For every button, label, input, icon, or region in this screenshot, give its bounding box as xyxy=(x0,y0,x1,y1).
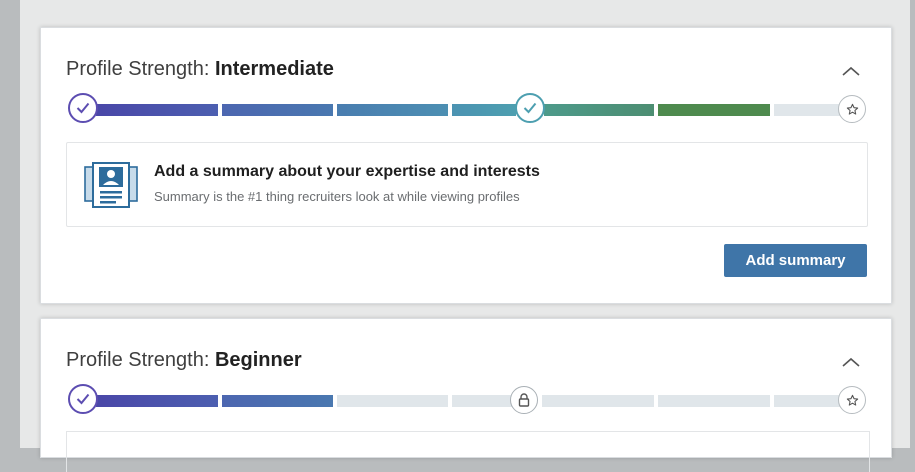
meter-segment xyxy=(452,104,516,116)
chevron-up-icon[interactable] xyxy=(841,355,861,369)
meter-segment-empty xyxy=(452,395,514,407)
profile-summary-icon xyxy=(83,161,139,214)
lock-icon xyxy=(510,386,538,414)
meter-segment xyxy=(337,104,448,116)
meter-segment xyxy=(222,395,333,407)
check-icon xyxy=(515,93,545,123)
chevron-up-icon[interactable] xyxy=(841,64,861,78)
suggestion-heading: Add a summary about your expertise and i… xyxy=(154,163,540,180)
check-icon xyxy=(68,93,98,123)
suggestion-box xyxy=(66,431,870,472)
meter-segment-empty xyxy=(658,395,770,407)
meter-segment-empty xyxy=(542,395,654,407)
meter-segment xyxy=(96,104,218,116)
meter-segment xyxy=(222,104,333,116)
check-icon xyxy=(68,384,98,414)
profile-strength-level: Beginner xyxy=(214,349,302,371)
meter-segment xyxy=(544,104,654,116)
star-icon xyxy=(838,95,866,123)
profile-strength-card-beginner: Profile Strength: Beginner xyxy=(40,318,892,472)
meter-segment-empty xyxy=(337,395,448,407)
star-icon xyxy=(838,386,866,414)
meter-segment xyxy=(96,395,218,407)
meter-segment xyxy=(658,104,770,116)
profile-strength-level: Intermediate xyxy=(214,58,334,80)
profile-strength-meter xyxy=(66,384,871,418)
profile-strength-meter xyxy=(66,93,871,127)
meter-segment-empty xyxy=(774,395,840,407)
add-summary-button[interactable]: Add summary xyxy=(724,244,867,277)
profile-strength-card-intermediate: Profile Strength: Intermediate Add a sum… xyxy=(40,27,892,304)
suggestion-subtext: Summary is the #1 thing recruiters look … xyxy=(154,189,520,204)
suggestion-box: Add a summary about your expertise and i… xyxy=(66,142,868,227)
profile-strength-title: Profile Strength: Intermediate xyxy=(66,58,334,80)
meter-segment-empty xyxy=(774,104,840,116)
profile-strength-title: Profile Strength: Beginner xyxy=(66,349,302,371)
